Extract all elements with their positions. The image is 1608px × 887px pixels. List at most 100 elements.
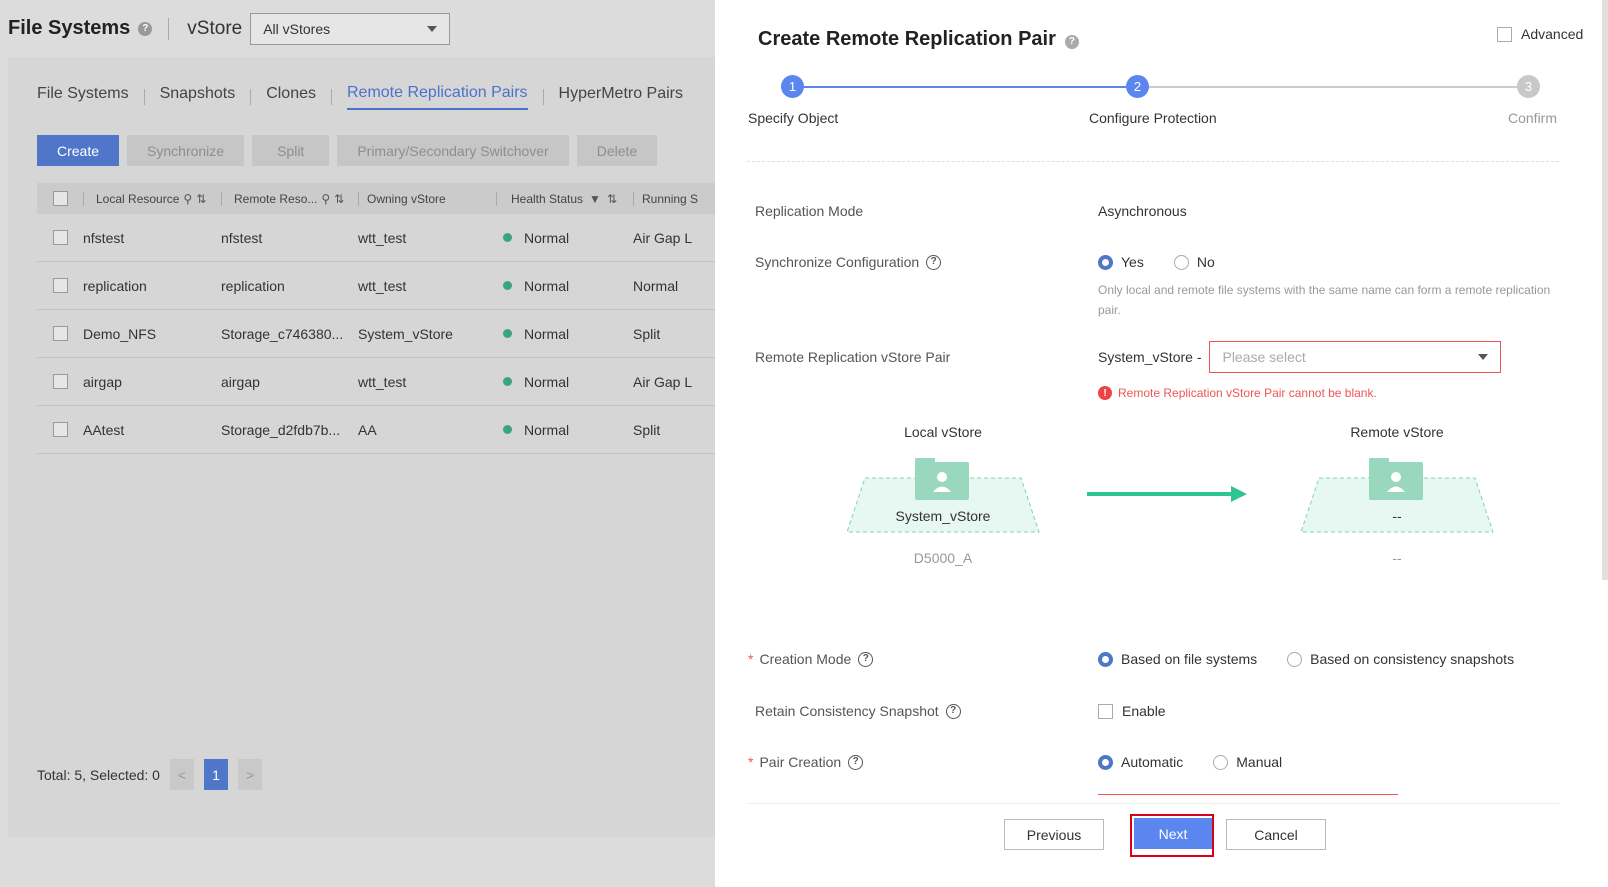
- toolbar: Create Synchronize Split Primary/Seconda…: [37, 135, 658, 166]
- vstore-pair-field: System_vStore - Please select: [1098, 341, 1502, 373]
- table-row[interactable]: airgap airgap wtt_test Normal Air Gap L: [37, 358, 715, 406]
- cell-health-status: Normal: [524, 421, 570, 438]
- synchronize-button[interactable]: Synchronize: [127, 135, 245, 166]
- tab-remote-replication-pairs[interactable]: Remote Replication Pairs: [347, 84, 528, 110]
- sync-no-radio[interactable]: [1173, 254, 1189, 270]
- pagination-summary: Total: 5, Selected: 0: [37, 766, 160, 783]
- cell-health-status: Normal: [524, 277, 570, 294]
- pair-creation-options: Automatic Manual: [1098, 754, 1282, 770]
- pair-manual-radio[interactable]: [1213, 754, 1229, 770]
- content-card: File Systems Snapshots Clones Remote Rep…: [8, 57, 715, 837]
- question-icon[interactable]: ?: [926, 254, 942, 270]
- required-marker: *: [748, 651, 754, 667]
- sync-yes-radio[interactable]: [1098, 254, 1113, 270]
- step-3-circle: 3: [1517, 75, 1540, 98]
- cell-remote-resource: airgap: [221, 373, 260, 390]
- remote-device-name: --: [1392, 550, 1402, 566]
- prev-page-button[interactable]: <: [169, 759, 194, 790]
- tab-file-systems[interactable]: File Systems: [37, 85, 129, 109]
- table-row[interactable]: Demo_NFS Storage_c746380... System_vStor…: [37, 310, 715, 358]
- select-all-checkbox[interactable]: [52, 191, 68, 206]
- row-checkbox[interactable]: [52, 326, 68, 341]
- cell-local-resource: airgap: [83, 373, 122, 390]
- table-row[interactable]: AAtest Storage_d2fdb7b... AA Normal Spli…: [37, 406, 715, 454]
- creation-fs-radio[interactable]: [1098, 651, 1113, 667]
- question-icon[interactable]: ?: [848, 754, 864, 770]
- split-button[interactable]: Split: [252, 135, 330, 166]
- create-button[interactable]: Create: [37, 135, 120, 166]
- vstore-select[interactable]: All vStores: [250, 12, 451, 45]
- chevron-down-icon: [427, 25, 438, 32]
- cell-running-status: Split: [633, 421, 661, 438]
- cancel-button[interactable]: Cancel: [1226, 819, 1326, 850]
- table-row[interactable]: replication replication wtt_test Normal …: [37, 262, 715, 310]
- local-vstore-name: System_vStore: [895, 508, 991, 524]
- tab-snapshots[interactable]: Snapshots: [160, 85, 236, 109]
- cell-owning-vstore: wtt_test: [358, 373, 407, 390]
- search-icon[interactable]: ⚲: [321, 192, 330, 206]
- filter-icon[interactable]: ▼: [589, 192, 601, 206]
- cell-remote-resource: Storage_d2fdb7b...: [221, 421, 341, 438]
- header-divider: [168, 17, 170, 40]
- next-button-highlight: Next: [1130, 814, 1214, 857]
- next-button[interactable]: Next: [1134, 818, 1212, 849]
- next-page-button[interactable]: >: [237, 759, 262, 790]
- cell-running-status: Normal: [633, 277, 679, 294]
- pair-auto-radio[interactable]: [1098, 754, 1113, 770]
- cell-local-resource: AAtest: [83, 421, 125, 438]
- retain-snapshot-label-text: Retain Consistency Snapshot: [755, 703, 939, 719]
- step-2-circle: 2: [1126, 75, 1149, 98]
- cell-local-resource: nfstest: [83, 229, 125, 246]
- sort-icon[interactable]: ⇅: [196, 192, 206, 206]
- question-icon[interactable]: ?: [945, 703, 961, 719]
- tab-divider: [250, 89, 252, 105]
- previous-button[interactable]: Previous: [1004, 819, 1104, 850]
- cell-remote-resource: Storage_c746380...: [221, 325, 344, 342]
- drawer-scrollbar[interactable]: [1602, 0, 1608, 580]
- drawer-title: Create Remote Replication Pair ?: [758, 28, 1079, 51]
- remote-vstore-name: --: [1392, 508, 1402, 524]
- row-checkbox[interactable]: [52, 374, 68, 389]
- vstore-pair-select[interactable]: Please select: [1209, 341, 1502, 373]
- local-vstore-icon: [846, 458, 1040, 533]
- creation-snapshot-label: Based on consistency snapshots: [1310, 651, 1515, 667]
- vstore-label: vStore: [187, 17, 243, 39]
- advanced-toggle[interactable]: Advanced: [1497, 26, 1583, 42]
- tab-divider: [331, 89, 332, 105]
- cell-health-status: Normal: [524, 373, 570, 390]
- tab-hypermetro-pairs[interactable]: HyperMetro Pairs: [559, 85, 683, 109]
- help-icon[interactable]: ?: [138, 21, 153, 36]
- creation-mode-options: Based on file systems Based on consisten…: [1098, 651, 1514, 667]
- vstore-pair-prefix: System_vStore -: [1098, 349, 1202, 365]
- page-number-button[interactable]: 1: [203, 759, 228, 790]
- pair-creation-label-text: Pair Creation: [759, 754, 842, 770]
- step-3-label: Confirm: [1508, 110, 1558, 126]
- column-divider: [221, 191, 222, 206]
- row-checkbox[interactable]: [52, 422, 68, 437]
- pair-manual-label: Manual: [1236, 754, 1283, 770]
- row-checkbox[interactable]: [52, 278, 68, 293]
- step-line-done: [781, 86, 1137, 88]
- table-row[interactable]: nfstest nfstest wtt_test Normal Air Gap …: [37, 214, 715, 262]
- sort-icon[interactable]: ⇅: [607, 192, 617, 206]
- page-header: File Systems ? vStore All vStores: [0, 0, 715, 57]
- switchover-button[interactable]: Primary/Secondary Switchover: [337, 135, 569, 166]
- creation-fs-label: Based on file systems: [1121, 651, 1258, 667]
- creation-snapshot-radio[interactable]: [1287, 651, 1303, 667]
- help-icon[interactable]: ?: [1064, 34, 1079, 49]
- cell-owning-vstore: wtt_test: [358, 277, 407, 294]
- question-icon[interactable]: ?: [858, 651, 874, 667]
- cell-owning-vstore: wtt_test: [358, 229, 407, 246]
- enable-checkbox[interactable]: [1098, 703, 1113, 719]
- local-vstore-title: Local vStore: [904, 424, 982, 440]
- page-title: File Systems: [8, 17, 131, 39]
- sort-icon[interactable]: ⇅: [334, 192, 344, 206]
- delete-button[interactable]: Delete: [576, 135, 658, 166]
- row-checkbox[interactable]: [52, 230, 68, 245]
- cell-local-resource: replication: [83, 277, 147, 294]
- advanced-checkbox[interactable]: [1497, 26, 1512, 42]
- search-icon[interactable]: ⚲: [183, 192, 192, 206]
- tab-clones[interactable]: Clones: [266, 85, 316, 109]
- pagination: Total: 5, Selected: 0 < 1 >: [37, 759, 262, 790]
- cell-running-status: Split: [633, 325, 661, 342]
